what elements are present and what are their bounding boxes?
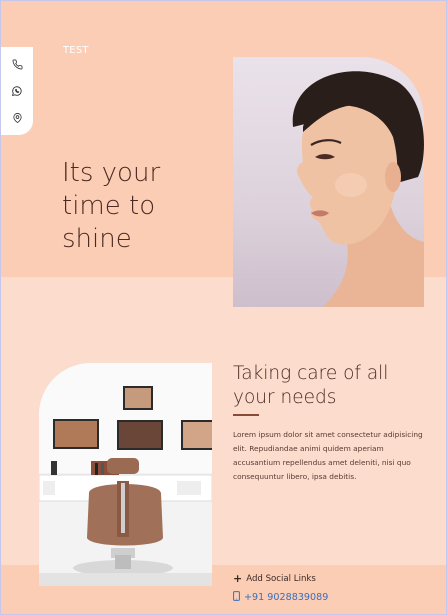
social-link-label: Add Social Links xyxy=(246,574,316,584)
title-divider xyxy=(233,414,259,416)
phone-number-text: +91 9028839089 xyxy=(244,592,329,603)
phone-number-link[interactable]: +91 9028839089 xyxy=(233,591,328,604)
hero-title: Its your time to shine xyxy=(62,157,232,256)
about-title: Taking care of all your needs xyxy=(233,362,423,410)
hero-title-line: time to xyxy=(62,191,156,221)
hero-title-line: Its your xyxy=(62,158,161,188)
location-pin-icon[interactable] xyxy=(10,111,24,125)
page: TEST Its your time to shine Taking care … xyxy=(0,0,447,615)
hero-title-line: shine xyxy=(62,224,132,254)
mobile-phone-icon xyxy=(233,591,240,604)
plus-icon: + xyxy=(233,572,243,585)
add-social-links-link[interactable]: + Add Social Links xyxy=(233,572,316,585)
salon-interior-image xyxy=(39,363,212,586)
about-title-line: Taking care of all xyxy=(233,363,389,384)
phone-icon[interactable] xyxy=(10,57,24,71)
brand-logo-text[interactable]: TEST xyxy=(63,45,89,56)
model-portrait-image xyxy=(233,57,424,307)
contact-sidebar xyxy=(1,47,33,135)
whatsapp-icon[interactable] xyxy=(10,84,24,98)
about-title-line: your needs xyxy=(233,387,337,408)
about-body-text: Lorem ipsum dolor sit amet consectetur a… xyxy=(233,430,423,481)
